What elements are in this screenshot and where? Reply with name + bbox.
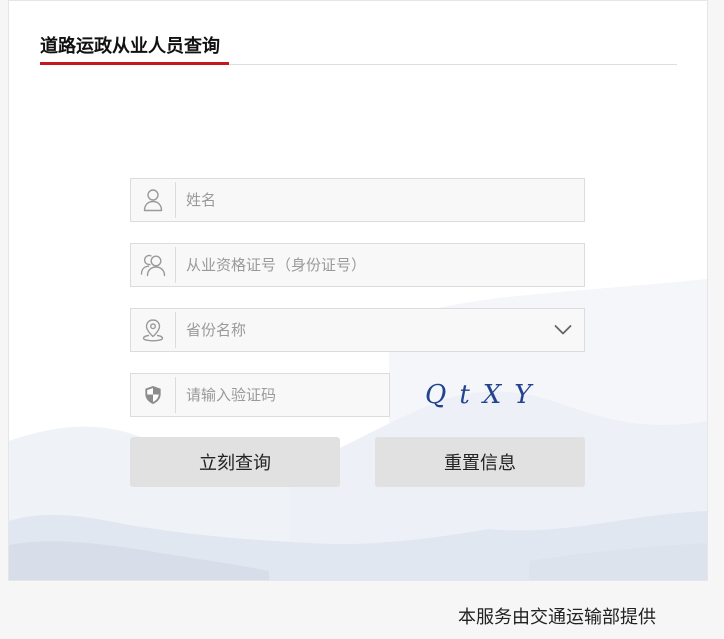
title-accent-underline	[40, 62, 229, 65]
query-card: 道路运政从业人员查询 姓名 从业资格证号（身份证号） 省份名称 请输入验证码 Q…	[8, 0, 708, 581]
name-input[interactable]	[176, 179, 584, 221]
shield-icon	[131, 374, 175, 416]
captcha-image[interactable]: QtXY	[420, 378, 545, 412]
page-title: 道路运政从业人员查询	[40, 36, 220, 57]
footer-provider-text: 本服务由交通运输部提供	[458, 607, 656, 628]
captcha-input[interactable]	[176, 374, 389, 416]
search-button[interactable]: 立刻查询	[130, 437, 340, 487]
location-pin-icon	[131, 309, 175, 351]
user-icon	[131, 179, 175, 221]
users-icon	[131, 244, 175, 286]
certificate-number-input[interactable]	[176, 244, 584, 286]
province-select[interactable]: 省份名称	[130, 308, 585, 352]
captcha-field[interactable]	[130, 373, 390, 417]
captcha-text: QtXY	[425, 380, 545, 410]
field-separator	[175, 312, 176, 348]
certificate-number-field[interactable]	[130, 243, 585, 287]
reset-button[interactable]: 重置信息	[375, 437, 585, 487]
province-select-value: 省份名称	[186, 321, 247, 339]
name-field[interactable]	[130, 178, 585, 222]
chevron-down-icon	[554, 325, 572, 335]
